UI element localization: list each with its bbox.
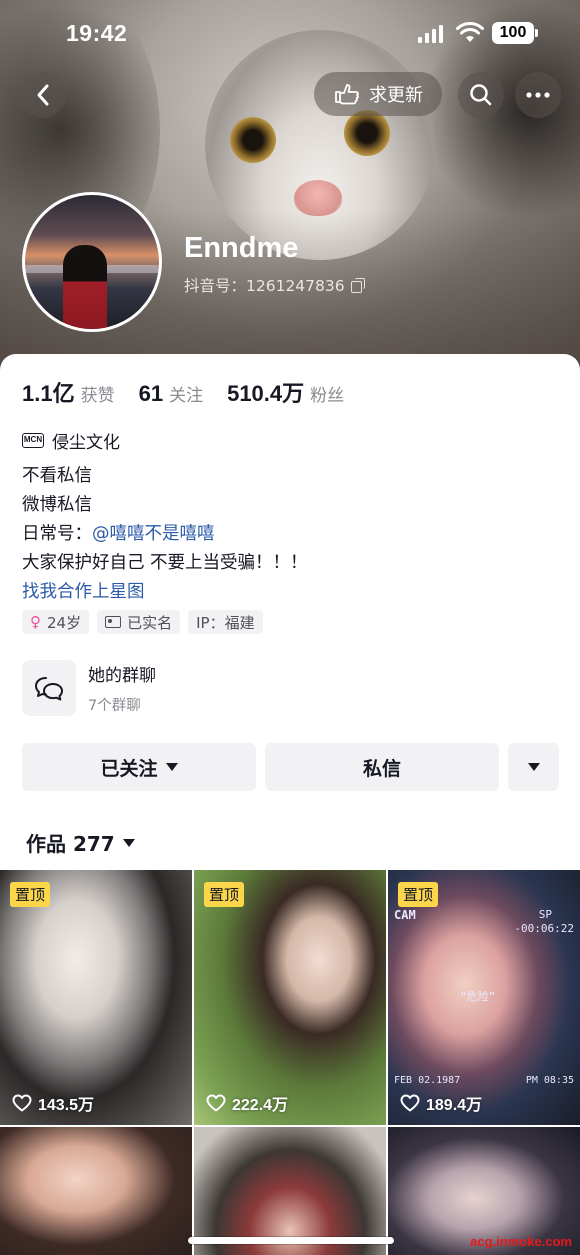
video-tile[interactable] xyxy=(194,1127,386,1255)
home-indicator[interactable] xyxy=(188,1237,394,1244)
bio-line-3: 日常号：@嘻嘻不是嘻嘻 xyxy=(22,520,308,549)
cellular-signal-icon xyxy=(418,25,444,43)
group-chat-title: 她的群聊 xyxy=(88,666,156,686)
like-count: 189.4万 xyxy=(400,1091,482,1115)
pinned-badge: 置顶 xyxy=(204,882,245,907)
status-time: 19:42 xyxy=(66,20,128,46)
bio: 不看私信 微博私信 日常号：@嘻嘻不是嘻嘻 大家保护好自己 不要上当受骗！！！ … xyxy=(22,462,308,607)
pinned-badge: 置顶 xyxy=(398,882,439,907)
stat-followers-label: 粉丝 xyxy=(310,386,345,406)
copy-icon[interactable] xyxy=(350,278,365,293)
banner-cat-nose xyxy=(294,180,342,216)
star-map-link[interactable]: 找我合作上星图 xyxy=(22,578,308,607)
like-count: 222.4万 xyxy=(206,1091,288,1115)
request-update-button[interactable]: 求更新 xyxy=(314,72,442,116)
profile-tags: ♀ 24岁 已实名 IP：福建 xyxy=(22,610,263,634)
more-button[interactable] xyxy=(515,72,561,118)
heart-icon xyxy=(206,1094,226,1112)
female-icon: ♀ xyxy=(30,613,41,631)
stat-likes-number: 1.1亿 xyxy=(22,381,75,406)
stat-likes-label: 获赞 xyxy=(80,386,115,406)
back-button[interactable] xyxy=(20,72,66,118)
stat-likes: 1.1亿 获赞 xyxy=(22,376,115,408)
caret-down-icon xyxy=(122,838,135,847)
like-count-text: 222.4万 xyxy=(232,1097,289,1114)
heart-icon xyxy=(400,1094,420,1112)
chat-bubbles-icon xyxy=(35,677,63,701)
stat-followers-number: 510.4万 xyxy=(227,381,305,406)
tag-verified-text: 已实名 xyxy=(127,613,173,632)
profile-name: Enndme xyxy=(184,232,299,264)
stat-following[interactable]: 61 关注 xyxy=(139,381,203,407)
avatar[interactable] xyxy=(22,192,162,332)
like-count-text: 189.4万 xyxy=(426,1097,483,1114)
bio-line-1: 不看私信 xyxy=(22,466,92,486)
stats-row: 1.1亿 获赞 61 关注 510.4万 粉丝 xyxy=(22,376,368,408)
action-buttons: 已关注 私信 xyxy=(22,743,559,791)
mcn-icon: MCN xyxy=(22,433,44,448)
cam-timer: -00:06:22 xyxy=(514,922,574,935)
search-icon xyxy=(470,84,492,106)
following-button[interactable]: 已关注 xyxy=(22,743,256,791)
following-label: 已关注 xyxy=(100,757,158,780)
battery-icon: 100 xyxy=(492,22,538,44)
cam-date: FEB 02.1987 xyxy=(394,1075,461,1086)
mcn-name: 侵尘文化 xyxy=(52,433,120,453)
video-tile[interactable]: 置顶 222.4万 xyxy=(194,870,386,1125)
id-card-icon xyxy=(105,616,122,628)
tag-verified: 已实名 xyxy=(97,610,181,634)
stat-followers[interactable]: 510.4万 粉丝 xyxy=(227,376,344,408)
stat-following-label: 关注 xyxy=(169,386,204,406)
cam-clock: PM 08:35 xyxy=(525,1075,574,1086)
avatar-person xyxy=(63,245,107,329)
video-tile[interactable]: 置顶 CAM SP -00:06:22 “危险” FEB 02.1987 PM … xyxy=(388,870,580,1125)
tab-works[interactable]: 作品 277 xyxy=(26,828,135,857)
bio-line-2: 微博私信 xyxy=(22,495,92,515)
works-label: 作品 277 xyxy=(26,832,115,856)
caret-down-icon xyxy=(165,763,178,771)
cam-label: CAM xyxy=(394,908,416,922)
bio-mention-link[interactable]: @嘻嘻不是嘻嘻 xyxy=(92,524,215,544)
tag-age: ♀ 24岁 xyxy=(22,610,90,634)
bio-line-4: 大家保护好自己 不要上当受骗！！！ xyxy=(22,553,308,573)
bio-line-3-prefix: 日常号： xyxy=(22,524,92,544)
banner-cat-eye-left xyxy=(230,117,276,163)
search-button[interactable] xyxy=(458,72,504,118)
hand-point-icon xyxy=(335,84,359,105)
group-chat-text: 她的群聊 7个群聊 xyxy=(88,661,156,715)
cam-quote: “危险” xyxy=(460,990,496,1003)
cam-overlay: CAM SP -00:06:22 “危险” FEB 02.1987 PM 08:… xyxy=(394,908,574,1086)
like-count-text: 143.5万 xyxy=(38,1097,95,1114)
more-icon xyxy=(526,92,550,98)
more-actions-button[interactable] xyxy=(508,743,559,791)
caret-down-icon xyxy=(527,763,540,771)
tag-ip: IP：福建 xyxy=(188,610,263,634)
douyin-id[interactable]: 抖音号：1261247836 xyxy=(184,274,365,296)
mcn-row[interactable]: MCN 侵尘文化 xyxy=(22,428,120,453)
message-button[interactable]: 私信 xyxy=(265,743,499,791)
banner-cat-eye-right xyxy=(344,110,390,156)
pinned-badge: 置顶 xyxy=(10,882,51,907)
group-chat-entry[interactable]: 她的群聊 7个群聊 xyxy=(22,660,156,716)
tag-ip-text: IP：福建 xyxy=(196,613,255,632)
stat-following-number: 61 xyxy=(138,381,164,406)
watermark: acg.inmoke.com xyxy=(470,1234,572,1249)
wifi-icon xyxy=(456,22,484,42)
group-chat-icon-box xyxy=(22,660,76,716)
heart-icon xyxy=(12,1094,32,1112)
request-update-label: 求更新 xyxy=(369,85,423,106)
tag-age-text: 24岁 xyxy=(47,613,82,632)
video-tile[interactable] xyxy=(0,1127,192,1255)
cam-sp: SP xyxy=(538,908,552,921)
message-label: 私信 xyxy=(362,757,401,780)
video-tile[interactable]: 置顶 143.5万 xyxy=(0,870,192,1125)
douyin-id-text: 抖音号：1261247836 xyxy=(184,277,345,295)
group-chat-count: 7个群聊 xyxy=(88,698,141,714)
chevron-left-icon xyxy=(37,84,49,106)
like-count: 143.5万 xyxy=(12,1091,94,1115)
